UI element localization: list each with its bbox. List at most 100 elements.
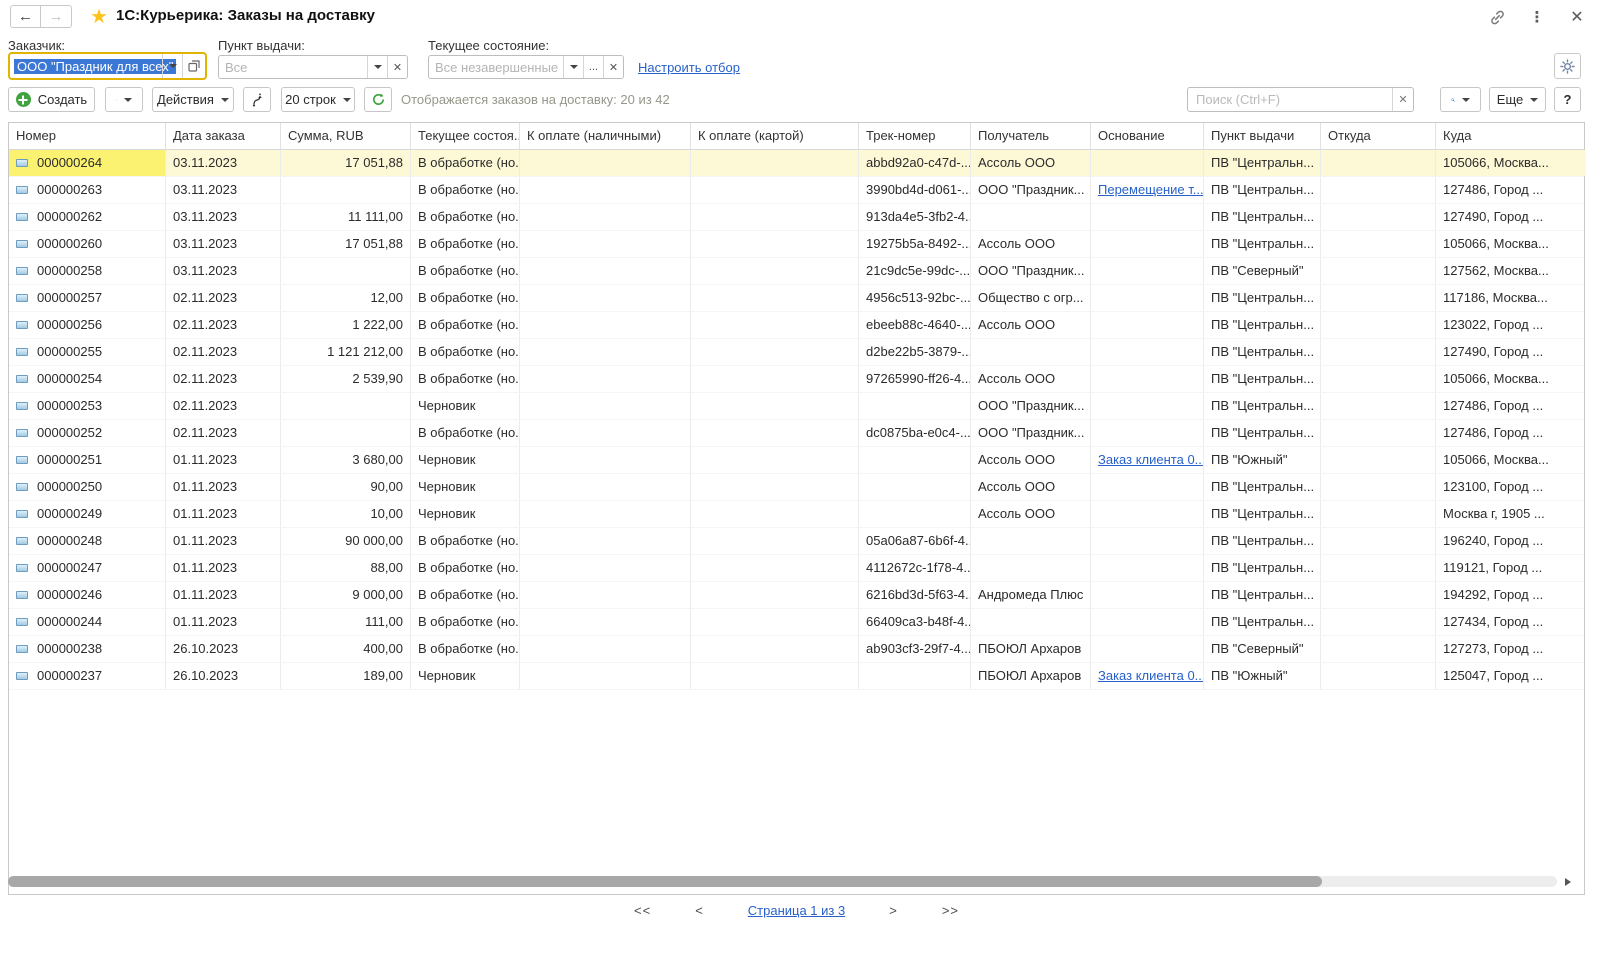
cell-track[interactable] bbox=[859, 663, 971, 689]
cell-basis[interactable] bbox=[1091, 501, 1204, 527]
cell-date[interactable]: 03.11.2023 bbox=[166, 150, 281, 176]
search-clear-button[interactable]: ✕ bbox=[1392, 88, 1413, 111]
column-header-from[interactable]: Откуда bbox=[1321, 123, 1436, 149]
cell-pickup[interactable]: ПВ "Южный" bbox=[1204, 663, 1321, 689]
cell-from[interactable] bbox=[1321, 339, 1436, 365]
cell-track[interactable]: 6216bd3d-5f63-4... bbox=[859, 582, 971, 608]
search-input[interactable] bbox=[1188, 88, 1392, 111]
cell-date[interactable]: 01.11.2023 bbox=[166, 528, 281, 554]
cell-state[interactable]: В обработке (но... bbox=[411, 339, 520, 365]
cell-state[interactable]: В обработке (но... bbox=[411, 177, 520, 203]
cell-recipient[interactable]: Ассоль ООО bbox=[971, 231, 1091, 257]
cell-number[interactable]: 000000248 bbox=[9, 528, 166, 554]
cell-number[interactable]: 000000238 bbox=[9, 636, 166, 662]
cell-date[interactable]: 03.11.2023 bbox=[166, 258, 281, 284]
table-row[interactable]: 000000255 02.11.2023 1 121 212,00 В обработ… bbox=[9, 339, 1584, 366]
cell-from[interactable] bbox=[1321, 501, 1436, 527]
cell-cash[interactable] bbox=[520, 447, 691, 473]
cell-sum[interactable]: 9 000,00 bbox=[281, 582, 411, 608]
cell-number[interactable]: 000000260 bbox=[9, 231, 166, 257]
cell-pickup[interactable]: ПВ "Центральн... bbox=[1204, 150, 1321, 176]
cell-recipient[interactable] bbox=[971, 609, 1091, 635]
cell-to[interactable]: 119121, Город ... bbox=[1436, 555, 1586, 581]
column-header-to[interactable]: Куда bbox=[1436, 123, 1586, 149]
cell-cash[interactable] bbox=[520, 177, 691, 203]
cell-date[interactable]: 01.11.2023 bbox=[166, 501, 281, 527]
cell-state[interactable]: В обработке (но... bbox=[411, 555, 520, 581]
cell-from[interactable] bbox=[1321, 609, 1436, 635]
more-menu-button[interactable]: ⋮ bbox=[1528, 8, 1546, 26]
cell-cash[interactable] bbox=[520, 609, 691, 635]
scroll-right-button[interactable] bbox=[1565, 878, 1571, 886]
cell-number[interactable]: 000000254 bbox=[9, 366, 166, 392]
cell-recipient[interactable]: Общество с огр... bbox=[971, 285, 1091, 311]
cell-state[interactable]: В обработке (но... bbox=[411, 258, 520, 284]
cell-track[interactable]: 913da4e5-3fb2-4... bbox=[859, 204, 971, 230]
cell-card[interactable] bbox=[691, 609, 859, 635]
cell-state[interactable]: В обработке (но... bbox=[411, 285, 520, 311]
customer-dropdown-button[interactable] bbox=[162, 54, 182, 78]
pickup-filter-value-box[interactable]: Все bbox=[219, 56, 367, 78]
cell-from[interactable] bbox=[1321, 420, 1436, 446]
table-row[interactable]: 000000260 03.11.2023 17 051,88 В обработке … bbox=[9, 231, 1584, 258]
table-row[interactable]: 000000252 02.11.2023 В обработке (но... dc0… bbox=[9, 420, 1584, 447]
cell-recipient[interactable]: ООО "Праздник... bbox=[971, 393, 1091, 419]
cell-to[interactable]: 117186, Москва... bbox=[1436, 285, 1586, 311]
cell-basis[interactable]: Заказ клиента 0... bbox=[1091, 447, 1204, 473]
cell-sum[interactable] bbox=[281, 258, 411, 284]
column-header-state[interactable]: Текущее состоя... bbox=[411, 123, 520, 149]
cell-sum[interactable]: 12,00 bbox=[281, 285, 411, 311]
cell-cash[interactable] bbox=[520, 663, 691, 689]
cell-number[interactable]: 000000244 bbox=[9, 609, 166, 635]
pickup-dropdown-button[interactable] bbox=[367, 56, 387, 78]
cell-recipient[interactable]: Ассоль ООО bbox=[971, 312, 1091, 338]
cell-date[interactable]: 02.11.2023 bbox=[166, 339, 281, 365]
cell-date[interactable]: 02.11.2023 bbox=[166, 420, 281, 446]
cell-from[interactable] bbox=[1321, 663, 1436, 689]
actions-button[interactable]: Действия bbox=[152, 87, 234, 112]
cell-state[interactable]: В обработке (но... bbox=[411, 582, 520, 608]
cell-sum[interactable]: 17 051,88 bbox=[281, 150, 411, 176]
cell-basis[interactable] bbox=[1091, 150, 1204, 176]
next-page-button[interactable]: > bbox=[889, 903, 898, 918]
table-row[interactable]: 000000251 01.11.2023 3 680,00 Черновик Ассол… bbox=[9, 447, 1584, 474]
cell-to[interactable]: 127273, Город ... bbox=[1436, 636, 1586, 662]
customer-filter-combo[interactable]: ООО "Праздник для всех" bbox=[8, 52, 207, 80]
cell-state[interactable]: Черновик bbox=[411, 501, 520, 527]
cell-track[interactable]: abbd92a0-c47d-... bbox=[859, 150, 971, 176]
cell-number[interactable]: 000000246 bbox=[9, 582, 166, 608]
cell-sum[interactable]: 1 222,00 bbox=[281, 312, 411, 338]
search-menu-button[interactable] bbox=[1440, 87, 1481, 112]
column-header-card[interactable]: К оплате (картой) bbox=[691, 123, 859, 149]
cell-basis[interactable] bbox=[1091, 258, 1204, 284]
table-row[interactable]: 000000262 03.11.2023 11 111,00 В обработке … bbox=[9, 204, 1584, 231]
cell-track[interactable] bbox=[859, 474, 971, 500]
cell-track[interactable]: d2be22b5-3879-... bbox=[859, 339, 971, 365]
cell-card[interactable] bbox=[691, 528, 859, 554]
cell-number[interactable]: 000000251 bbox=[9, 447, 166, 473]
cell-state[interactable]: Черновик bbox=[411, 474, 520, 500]
basis-link[interactable]: Заказ клиента 0... bbox=[1098, 452, 1203, 467]
cell-cash[interactable] bbox=[520, 474, 691, 500]
cell-sum[interactable]: 2 539,90 bbox=[281, 366, 411, 392]
cell-number[interactable]: 000000249 bbox=[9, 501, 166, 527]
cell-cash[interactable] bbox=[520, 393, 691, 419]
cell-cash[interactable] bbox=[520, 528, 691, 554]
table-row[interactable]: 000000257 02.11.2023 12,00 В обработке (но.… bbox=[9, 285, 1584, 312]
cell-to[interactable]: 123022, Город ... bbox=[1436, 312, 1586, 338]
cell-recipient[interactable]: Ассоль ООО bbox=[971, 474, 1091, 500]
reorder-button[interactable] bbox=[243, 87, 271, 112]
cell-number[interactable]: 000000237 bbox=[9, 663, 166, 689]
table-row[interactable]: 000000244 01.11.2023 111,00 В обработке (но… bbox=[9, 609, 1584, 636]
cell-recipient[interactable]: Ассоль ООО bbox=[971, 150, 1091, 176]
cell-cash[interactable] bbox=[520, 150, 691, 176]
cell-date[interactable]: 02.11.2023 bbox=[166, 285, 281, 311]
cell-to[interactable]: 127490, Город ... bbox=[1436, 339, 1586, 365]
cell-sum[interactable]: 400,00 bbox=[281, 636, 411, 662]
cell-track[interactable] bbox=[859, 447, 971, 473]
cell-recipient[interactable]: ООО "Праздник... bbox=[971, 420, 1091, 446]
cell-to[interactable]: 127490, Город ... bbox=[1436, 204, 1586, 230]
table-row[interactable]: 000000250 01.11.2023 90,00 Черновик Ассоль О… bbox=[9, 474, 1584, 501]
cell-cash[interactable] bbox=[520, 258, 691, 284]
cell-date[interactable]: 02.11.2023 bbox=[166, 366, 281, 392]
